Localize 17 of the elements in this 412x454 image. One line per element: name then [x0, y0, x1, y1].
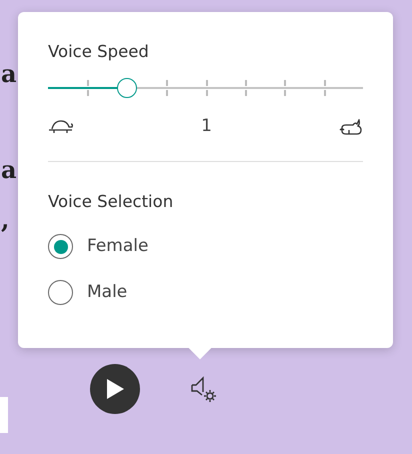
play-icon [105, 378, 125, 400]
rabbit-icon [338, 118, 363, 135]
text-field[interactable] [0, 397, 8, 433]
radio-button[interactable] [48, 280, 73, 305]
speed-value: 1 [201, 114, 212, 138]
background-text: a [1, 158, 17, 182]
section-title: Voice Speed [48, 42, 150, 62]
play-button[interactable] [90, 364, 140, 414]
voice-option[interactable]: Male [48, 280, 363, 306]
section-title: Voice Selection [48, 192, 174, 212]
background-text: , [1, 208, 10, 232]
background-text: a [1, 62, 17, 86]
radio-button[interactable] [48, 234, 73, 260]
turtle-icon [48, 120, 74, 134]
voice-option[interactable]: Female [48, 234, 363, 260]
speed-slider[interactable] [48, 76, 363, 100]
slider-thumb[interactable] [116, 78, 137, 98]
